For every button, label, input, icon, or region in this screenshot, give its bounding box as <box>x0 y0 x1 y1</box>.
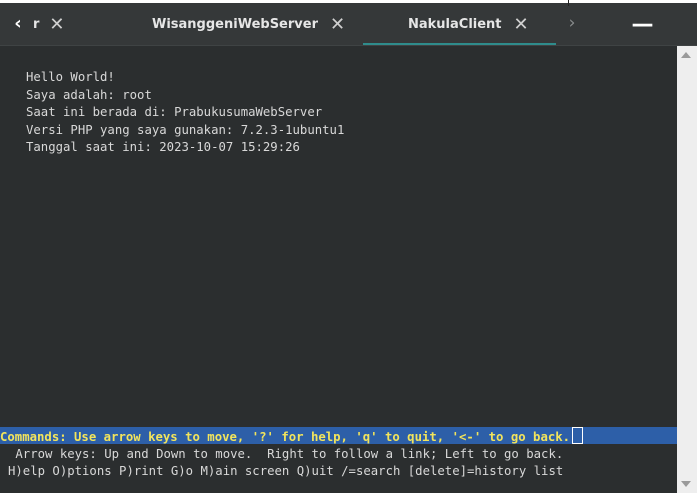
tab-label: r <box>33 16 40 32</box>
minimize-button[interactable]: — <box>588 3 697 45</box>
help-line-navigation: Arrow keys: Up and Down to move. Right t… <box>8 447 564 461</box>
tab-label: WisanggeniWebServer <box>152 16 318 32</box>
chevron-right-icon: › <box>568 13 576 33</box>
active-tab-indicator <box>363 43 556 45</box>
output-line: Hello World! <box>26 70 115 84</box>
output-line: Versi PHP yang saya gunakan: 7.2.3-1ubun… <box>26 122 345 137</box>
close-icon[interactable]: ✕ <box>330 14 345 35</box>
output-line: Saya adalah: root <box>26 87 152 102</box>
minimize-icon: — <box>631 11 654 37</box>
tab-label: NakulaClient <box>408 16 502 32</box>
help-line-shortcuts: H)elp O)ptions P)rint G)o M)ain screen Q… <box>8 464 564 478</box>
terminal-cursor <box>572 427 584 444</box>
scroll-down-arrow-icon[interactable] <box>681 481 691 487</box>
tab-scroll-left-button[interactable]: ‹ <box>5 9 31 37</box>
output-line: Tanggal saat ini: 2023-10-07 15:29:26 <box>26 140 300 154</box>
terminal-view[interactable]: Hello World! Saya adalah: root Saat ini … <box>0 46 677 493</box>
command-status-bar: Commands: Use arrow keys to move, '?' fo… <box>0 427 677 444</box>
tab-nakula-client[interactable]: NakulaClient ✕ <box>408 3 529 45</box>
page-output: Hello World! Saya adalah: root Saat ini … <box>26 69 344 157</box>
close-icon[interactable]: ✕ <box>514 14 529 35</box>
tab-partial[interactable]: r ✕ <box>33 3 65 45</box>
window-edge-mark <box>568 0 569 6</box>
browser-window: ‹ r ✕ WisanggeniWebServer ✕ NakulaClient… <box>0 3 697 493</box>
command-bar-text: Commands: Use arrow keys to move, '?' fo… <box>0 430 571 444</box>
tab-scroll-right-button[interactable]: › <box>560 9 584 37</box>
scroll-up-arrow-icon[interactable] <box>681 52 691 58</box>
close-icon[interactable]: ✕ <box>49 14 64 35</box>
output-line: Saat ini berada di: PrabukusumaWebServer <box>26 105 323 119</box>
chevron-left-icon: ‹ <box>14 12 22 34</box>
vertical-scrollbar[interactable] <box>677 46 697 493</box>
tab-wisanggeni-webserver[interactable]: WisanggeniWebServer ✕ <box>152 3 345 45</box>
tab-bar: ‹ r ✕ WisanggeniWebServer ✕ NakulaClient… <box>0 3 697 46</box>
